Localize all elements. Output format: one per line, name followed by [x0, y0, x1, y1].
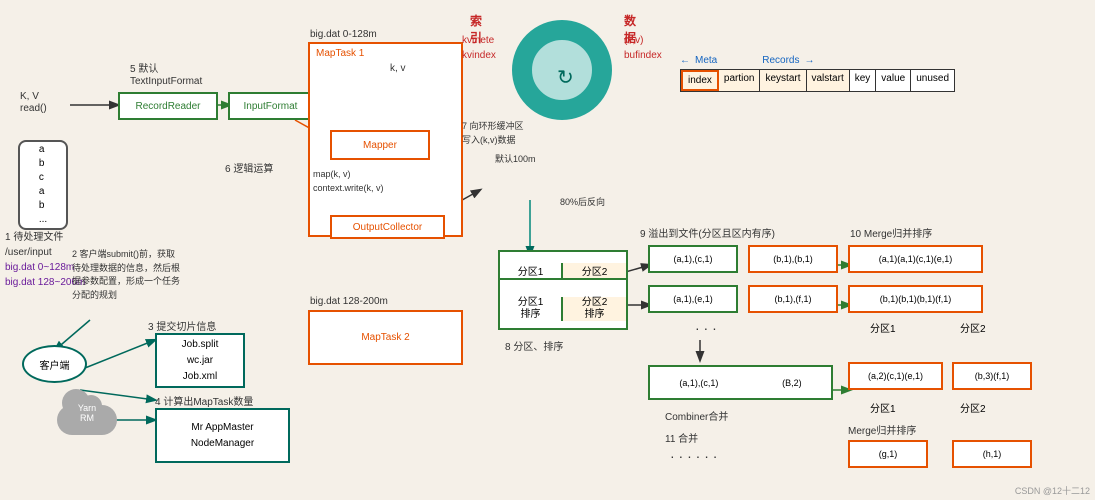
- sort-label: 8 分区、排序: [505, 338, 563, 353]
- partition-label1: 分区1: [870, 320, 896, 335]
- partition1-sort: 分区1排序: [500, 297, 563, 321]
- records-label: Records: [762, 55, 799, 66]
- default-textinputformat-label: 5 默认TextInputFormat: [130, 60, 202, 87]
- cut-info-label: 3 提交切片信息: [148, 318, 216, 333]
- logic-label: 6 逻辑运算: [225, 160, 273, 175]
- combiner-label: Combiner合并: [665, 408, 728, 423]
- combine-result1: (a,2)(c,1)(e,1): [848, 362, 943, 390]
- meta-table: index partion keystart valstart key valu…: [680, 69, 955, 92]
- dots1: · · ·: [695, 320, 717, 336]
- mapper-box: Mapper: [330, 130, 430, 160]
- outputcollector-box: OutputCollector: [330, 215, 445, 239]
- dots2: · · · · · ·: [670, 448, 717, 464]
- maptask2-box: MapTask 2: [308, 310, 463, 365]
- col-unused: unused: [911, 70, 954, 91]
- partition1: 分区1: [500, 263, 563, 280]
- cloud-icon: YarnRM: [52, 390, 122, 435]
- compute-maptask-label: 4 计算出MapTask数量: [155, 393, 253, 408]
- col-index: index: [681, 70, 719, 91]
- col-value: value: [876, 70, 911, 91]
- circular-buffer-label: 7 向环形缓冲区写入(k,v)数据: [462, 120, 524, 147]
- bigdat2-label: big.dat 128-200m: [310, 295, 388, 307]
- merge-result2: (b,1)(b,1)(b,1)(f,1): [848, 285, 983, 313]
- bigdat1-label: big.dat 0-128m: [310, 28, 377, 40]
- combiner-boxes: (a,1),(c,1) (B,2): [648, 365, 833, 400]
- file-content: abcab...: [39, 143, 47, 227]
- kvindex-label: kvindex: [462, 50, 496, 61]
- partition-label3: 分区1: [870, 400, 896, 415]
- combine-result2: (b,3)(f,1): [952, 362, 1032, 390]
- appmaster-box: Mr AppMaster NodeManager: [155, 408, 290, 463]
- kvmete-label: kvmete: [462, 35, 494, 46]
- partition2: 分区2: [563, 263, 626, 280]
- ring-element: ↻: [512, 20, 612, 120]
- bufindex-label: bufindex: [624, 50, 662, 61]
- spill-b1f1: (b,1),(f,1): [748, 285, 838, 313]
- data-kv-label: (k,v): [624, 35, 643, 46]
- diagram: abcab... 1 待处理文件/user/input big.dat 0~12…: [0, 0, 1095, 500]
- partition2-sort: 分区2排序: [563, 297, 626, 321]
- percent80-label: 80%后反向: [560, 195, 605, 208]
- col-partion: partion: [719, 70, 761, 91]
- spill-b1b1: (b,1),(b,1): [748, 245, 838, 273]
- meta-arrow-left: ←: [680, 55, 690, 66]
- partition-label4: 分区2: [960, 400, 986, 415]
- client-oval: 客户端: [22, 345, 87, 383]
- kv-read-label: K, Vread(): [20, 90, 47, 114]
- col-valstart: valstart: [807, 70, 850, 91]
- spill-a1c1: (a,1),(c,1): [648, 245, 738, 273]
- recordreader-box: RecordReader: [118, 92, 218, 120]
- spill-a1e1: (a,1),(e,1): [648, 285, 738, 313]
- spill-label: 9 溢出到文件(分区且区内有序): [640, 225, 775, 240]
- footer: CSDN @12十二12: [1015, 484, 1090, 497]
- final-h1: (h,1): [952, 440, 1032, 468]
- map-context-label: map(k, v)context.write(k, v): [313, 168, 384, 195]
- kv-arrow-label: k, v: [390, 62, 406, 74]
- partition-grid: 分区1 分区2 分区1排序 分区2排序: [498, 250, 628, 330]
- col-keystart: keystart: [760, 70, 806, 91]
- meta-arrow-right: →: [804, 55, 814, 66]
- file-cylinder: abcab...: [18, 140, 68, 230]
- merge-result1: (a,1)(a,1)(c,1)(e,1): [848, 245, 983, 273]
- submit-info: 2 客户端submit()前，获取待处理数据的信息，然后根据参数配置，形成一个任…: [72, 248, 180, 302]
- meta-records-area: ← Meta Records → index partion keystart …: [680, 55, 955, 92]
- default100m-label: 默认100m: [495, 152, 536, 165]
- partition-label2: 分区2: [960, 320, 986, 335]
- inputformat-box: InputFormat: [228, 92, 313, 120]
- meta-label: Meta: [695, 55, 717, 66]
- final-g1: (g,1): [848, 440, 928, 468]
- job-split-box: Job.splitwc.jarJob.xml: [155, 333, 245, 388]
- merge2-label: Merge归并排序: [848, 422, 916, 437]
- col-key: key: [850, 70, 877, 91]
- merge-label: 10 Merge归并排序: [850, 225, 932, 240]
- combine-label: 11 合并: [665, 430, 698, 445]
